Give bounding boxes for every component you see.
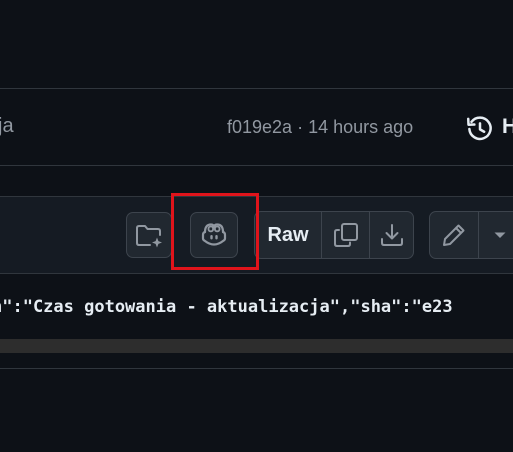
horizontal-scrollbar[interactable] xyxy=(0,339,513,353)
pencil-icon xyxy=(443,224,465,246)
commit-divider xyxy=(0,165,513,166)
caret-down-icon xyxy=(494,232,505,238)
copy-icon xyxy=(333,223,358,247)
top-divider xyxy=(0,88,513,89)
commit-time: 14 hours ago xyxy=(308,117,414,137)
commit-sha[interactable]: f019e2a xyxy=(227,117,292,137)
edit-file-button[interactable] xyxy=(430,212,478,258)
highlight-box xyxy=(171,193,259,270)
bottom-divider xyxy=(0,368,513,369)
commit-meta: f019e2a · 14 hours ago xyxy=(227,117,413,138)
history-label[interactable]: H xyxy=(502,115,513,139)
raw-label: Raw xyxy=(267,223,309,246)
add-file-button[interactable] xyxy=(126,212,172,258)
raw-button[interactable]: Raw xyxy=(255,212,321,258)
download-icon xyxy=(380,224,403,246)
code-line: n":"Czas gotowania - aktualizacja","sha"… xyxy=(0,297,453,317)
commit-message[interactable]: ja xyxy=(0,115,14,138)
history-icon[interactable] xyxy=(465,114,495,144)
folder-sparkle-icon xyxy=(136,225,162,248)
meta-separator: · xyxy=(297,117,304,137)
edit-options-dropdown[interactable] xyxy=(478,212,513,258)
edit-group xyxy=(429,211,513,259)
raw-copy-download-group: Raw xyxy=(254,211,414,259)
commit-message-text: ja xyxy=(0,115,14,137)
page: ja f019e2a · 14 hours ago H Raw n":"Czas… xyxy=(0,0,513,452)
download-button[interactable] xyxy=(369,212,413,258)
copy-button[interactable] xyxy=(321,212,369,258)
